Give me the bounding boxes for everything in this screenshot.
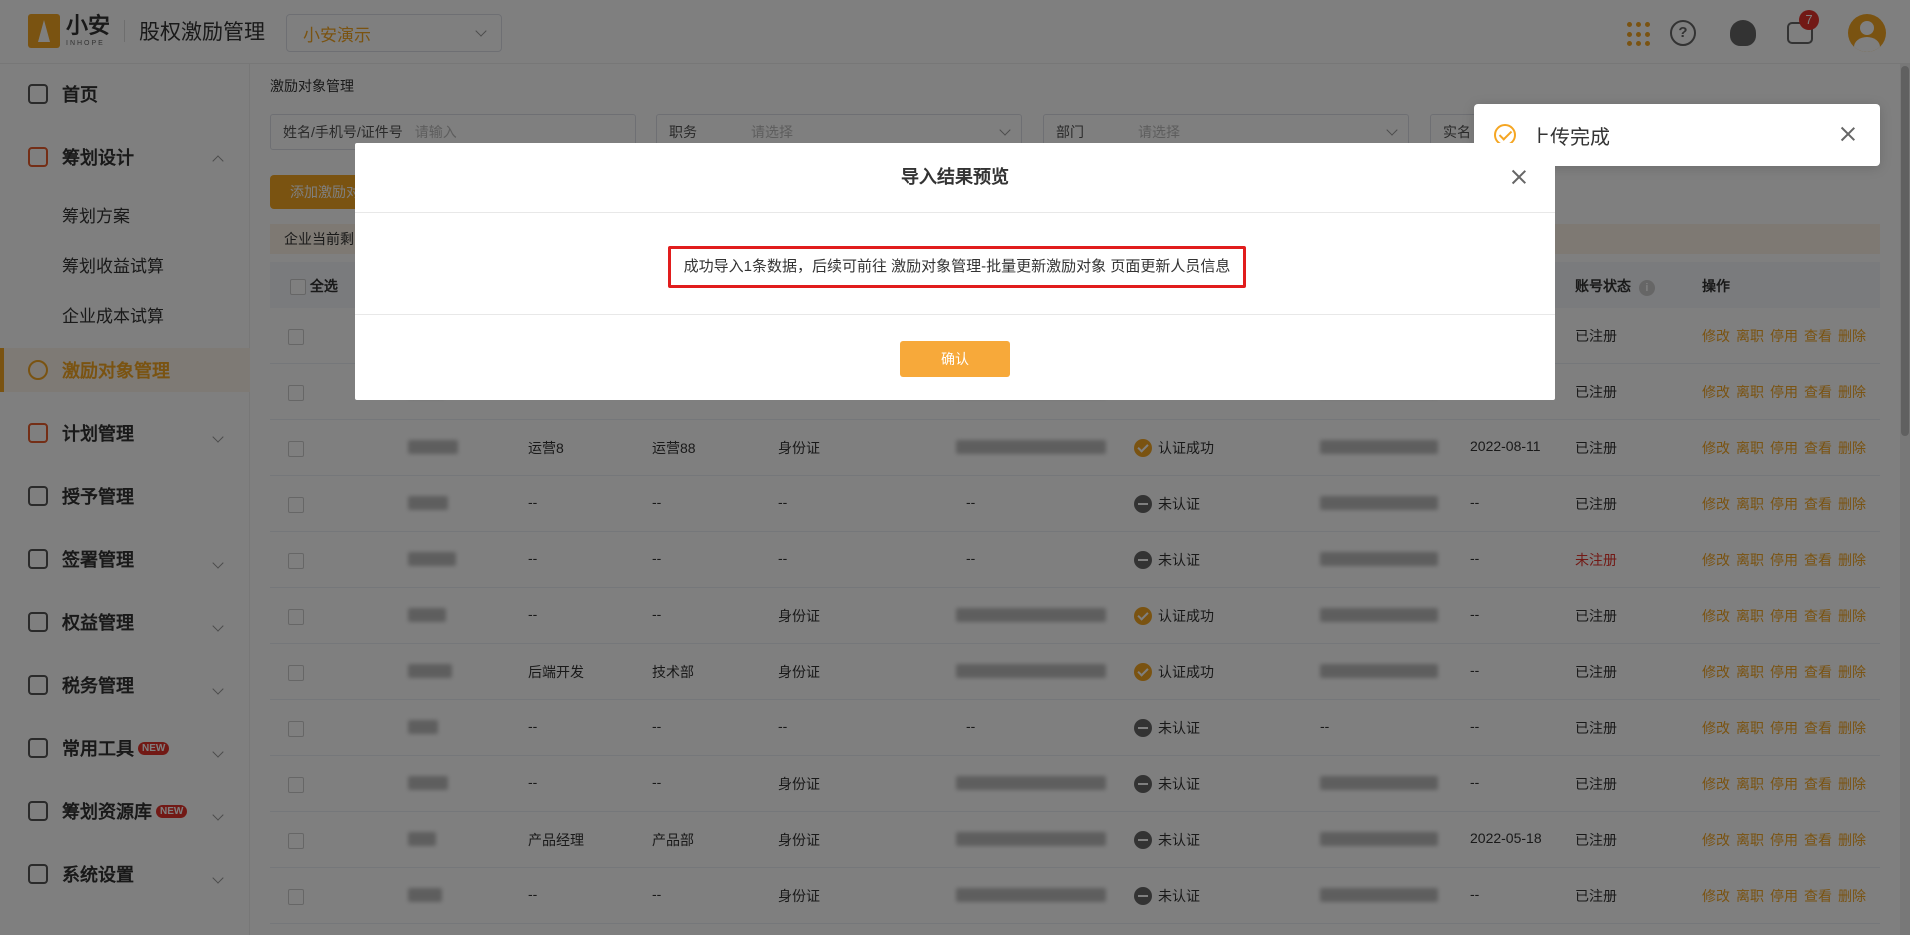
import-result-dialog: 导入结果预览 成功导入1条数据，后续可前往 激励对象管理-批量更新激励对象 页面… — [355, 143, 1555, 400]
dialog-title: 导入结果预览 — [355, 143, 1555, 213]
dialog-body: 成功导入1条数据，后续可前往 激励对象管理-批量更新激励对象 页面更新人员信息 — [355, 213, 1555, 315]
close-icon[interactable] — [1840, 126, 1856, 142]
highlight-box: 成功导入1条数据，后续可前往 激励对象管理-批量更新激励对象 页面更新人员信息 — [668, 246, 1246, 288]
import-result-message: 成功导入1条数据，后续可前往 激励对象管理-批量更新激励对象 页面更新人员信息 — [683, 258, 1231, 275]
confirm-button[interactable]: 确认 — [900, 341, 1010, 377]
close-icon[interactable] — [1511, 169, 1527, 185]
